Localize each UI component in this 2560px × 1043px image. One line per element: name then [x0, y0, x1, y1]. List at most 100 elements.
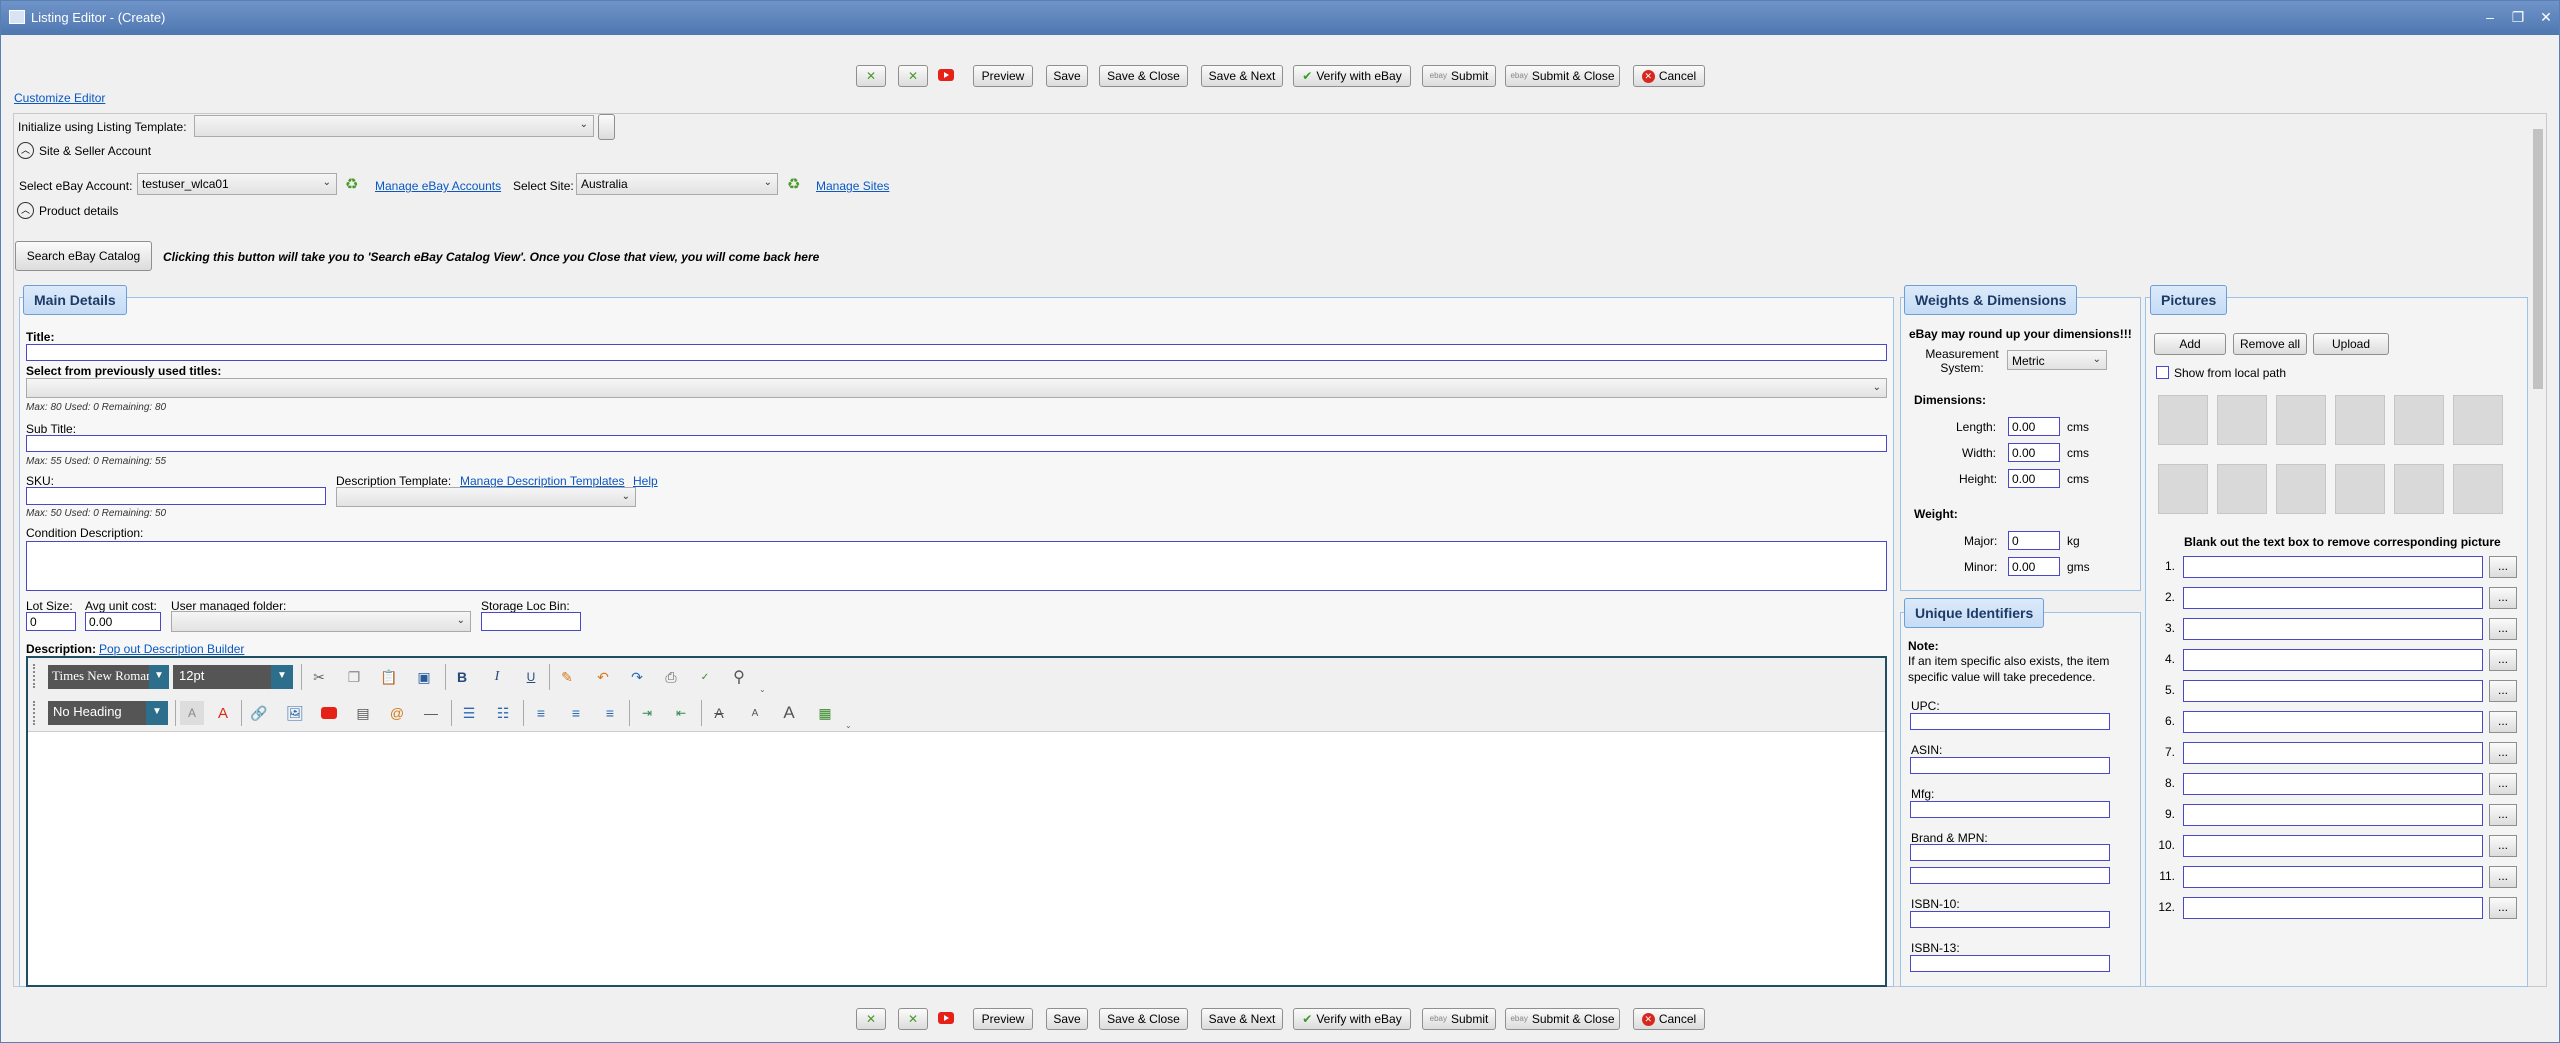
- save-next-button[interactable]: Save & Next: [1201, 65, 1283, 87]
- chevron-down-icon[interactable]: ▼: [149, 665, 169, 689]
- submit-close-button[interactable]: ebay Submit & Close: [1505, 65, 1620, 87]
- lot-size-input[interactable]: 0: [26, 612, 76, 631]
- browse-picture-button[interactable]: ...: [2489, 649, 2517, 671]
- mfg-input[interactable]: [1910, 801, 2110, 818]
- upc-input[interactable]: [1910, 713, 2110, 730]
- highlight-icon[interactable]: A: [180, 701, 204, 725]
- save-close-button[interactable]: Save & Close: [1099, 1008, 1188, 1030]
- picture-thumb[interactable]: [2217, 395, 2267, 445]
- minor-input[interactable]: 0.00: [2008, 557, 2060, 576]
- save-button[interactable]: Save: [1046, 1008, 1088, 1030]
- spreadsheet-icon[interactable]: ▦: [813, 701, 837, 725]
- chevron-down-icon[interactable]: ▼: [146, 701, 168, 725]
- restore-button[interactable]: ❐: [2507, 7, 2529, 27]
- numbered-list-icon[interactable]: ☰: [457, 701, 481, 725]
- browse-picture-button[interactable]: ...: [2489, 711, 2517, 733]
- condition-textarea[interactable]: [26, 541, 1887, 591]
- picture-url-input[interactable]: [2183, 618, 2483, 640]
- picture-thumb[interactable]: [2453, 395, 2503, 445]
- verify-button[interactable]: ✔ Verify with eBay: [1293, 1008, 1411, 1030]
- height-input[interactable]: 0.00: [2008, 469, 2060, 488]
- print-icon[interactable]: ⎙: [659, 665, 683, 689]
- paste-icon[interactable]: 📋: [377, 665, 401, 689]
- length-input[interactable]: 0.00: [2008, 417, 2060, 436]
- increase-font-icon[interactable]: A: [777, 701, 801, 725]
- link-icon[interactable]: 🔗: [247, 701, 271, 725]
- paste-text-icon[interactable]: ▣: [412, 665, 436, 689]
- eraser-icon[interactable]: ✎: [555, 665, 579, 689]
- toolbar-overflow-icon[interactable]: ⌄: [845, 721, 852, 730]
- browse-picture-button[interactable]: ...: [2489, 618, 2517, 640]
- strikethrough-icon[interactable]: A: [707, 701, 731, 725]
- collapse-all-button[interactable]: ✕: [898, 65, 928, 87]
- copy-icon[interactable]: ❐: [342, 665, 366, 689]
- submit-button[interactable]: ebay Submit: [1422, 1008, 1496, 1030]
- expand-all-button[interactable]: ✕: [856, 65, 886, 87]
- picture-url-input[interactable]: [2183, 742, 2483, 764]
- horizontal-rule-icon[interactable]: —: [419, 701, 443, 725]
- expand-all-button[interactable]: ✕: [856, 1008, 886, 1030]
- cancel-button[interactable]: ✕ Cancel: [1633, 1008, 1705, 1030]
- indent-icon[interactable]: ⇥: [635, 701, 659, 725]
- submit-button[interactable]: ebay Submit: [1422, 65, 1496, 87]
- picture-thumb[interactable]: [2158, 464, 2208, 514]
- search-catalog-button[interactable]: Search eBay Catalog: [15, 241, 152, 271]
- folder-select[interactable]: ⌄: [171, 611, 471, 632]
- manage-accounts-link[interactable]: Manage eBay Accounts: [375, 179, 501, 193]
- desc-template-select[interactable]: ⌄: [336, 487, 636, 507]
- preview-button[interactable]: Preview: [973, 65, 1033, 87]
- collapse-site-icon[interactable]: ︿: [17, 142, 34, 159]
- manage-templates-link[interactable]: Manage Description Templates: [460, 474, 625, 488]
- outdent-icon[interactable]: ⇤: [669, 701, 693, 725]
- redo-icon[interactable]: ↷: [625, 665, 649, 689]
- picture-url-input[interactable]: [2183, 587, 2483, 609]
- toolbar-overflow-icon[interactable]: ⌄: [759, 685, 766, 694]
- picture-url-input[interactable]: [2183, 556, 2483, 578]
- help-link[interactable]: Help: [633, 474, 658, 488]
- browse-picture-button[interactable]: ...: [2489, 680, 2517, 702]
- refresh-accounts-icon[interactable]: ♻: [345, 175, 358, 193]
- remove-all-button[interactable]: Remove all: [2233, 333, 2307, 355]
- collapse-all-button[interactable]: ✕: [898, 1008, 928, 1030]
- close-window-button[interactable]: ✕: [2535, 7, 2557, 27]
- picture-thumb[interactable]: [2276, 464, 2326, 514]
- subtitle-input[interactable]: [26, 435, 1887, 452]
- video-icon[interactable]: [317, 701, 341, 725]
- chevron-down-icon[interactable]: ▼: [271, 665, 293, 689]
- avg-cost-input[interactable]: 0.00: [85, 612, 161, 631]
- search-icon[interactable]: ⚲: [727, 665, 751, 689]
- major-input[interactable]: 0: [2008, 531, 2060, 550]
- picture-url-input[interactable]: [2183, 835, 2483, 857]
- vertical-scrollbar[interactable]: [2531, 115, 2545, 985]
- manage-sites-link[interactable]: Manage Sites: [816, 179, 889, 193]
- browse-picture-button[interactable]: ...: [2489, 804, 2517, 826]
- picture-url-input[interactable]: [2183, 649, 2483, 671]
- save-button[interactable]: Save: [1046, 65, 1088, 87]
- picture-thumb[interactable]: [2217, 464, 2267, 514]
- popout-builder-link[interactable]: Pop out Description Builder: [99, 642, 244, 656]
- picture-thumb[interactable]: [2276, 395, 2326, 445]
- show-local-checkbox[interactable]: [2156, 366, 2169, 379]
- picture-thumb[interactable]: [2335, 464, 2385, 514]
- isbn13-input[interactable]: [1910, 955, 2110, 972]
- prev-titles-select[interactable]: ⌄: [26, 378, 1887, 398]
- cut-icon[interactable]: ✂: [307, 665, 331, 689]
- upload-button[interactable]: Upload: [2313, 333, 2389, 355]
- preview-button[interactable]: Preview: [973, 1008, 1033, 1030]
- browse-picture-button[interactable]: ...: [2489, 556, 2517, 578]
- email-icon[interactable]: @: [385, 701, 409, 725]
- align-right-icon[interactable]: ≡: [598, 701, 622, 725]
- youtube-icon[interactable]: [938, 1012, 954, 1024]
- bold-icon[interactable]: B: [450, 665, 474, 689]
- minimize-button[interactable]: ‒: [2479, 7, 2501, 27]
- browse-picture-button[interactable]: ...: [2489, 742, 2517, 764]
- image-icon[interactable]: 🖼: [283, 701, 307, 725]
- picture-url-input[interactable]: [2183, 711, 2483, 733]
- account-select[interactable]: testuser_wlca01 ⌄: [137, 173, 337, 195]
- picture-url-input[interactable]: [2183, 897, 2483, 919]
- save-next-button[interactable]: Save & Next: [1201, 1008, 1283, 1030]
- sku-input[interactable]: [26, 487, 326, 505]
- picture-thumb[interactable]: [2394, 464, 2444, 514]
- picture-thumb[interactable]: [2453, 464, 2503, 514]
- font-color-icon[interactable]: A: [211, 701, 235, 725]
